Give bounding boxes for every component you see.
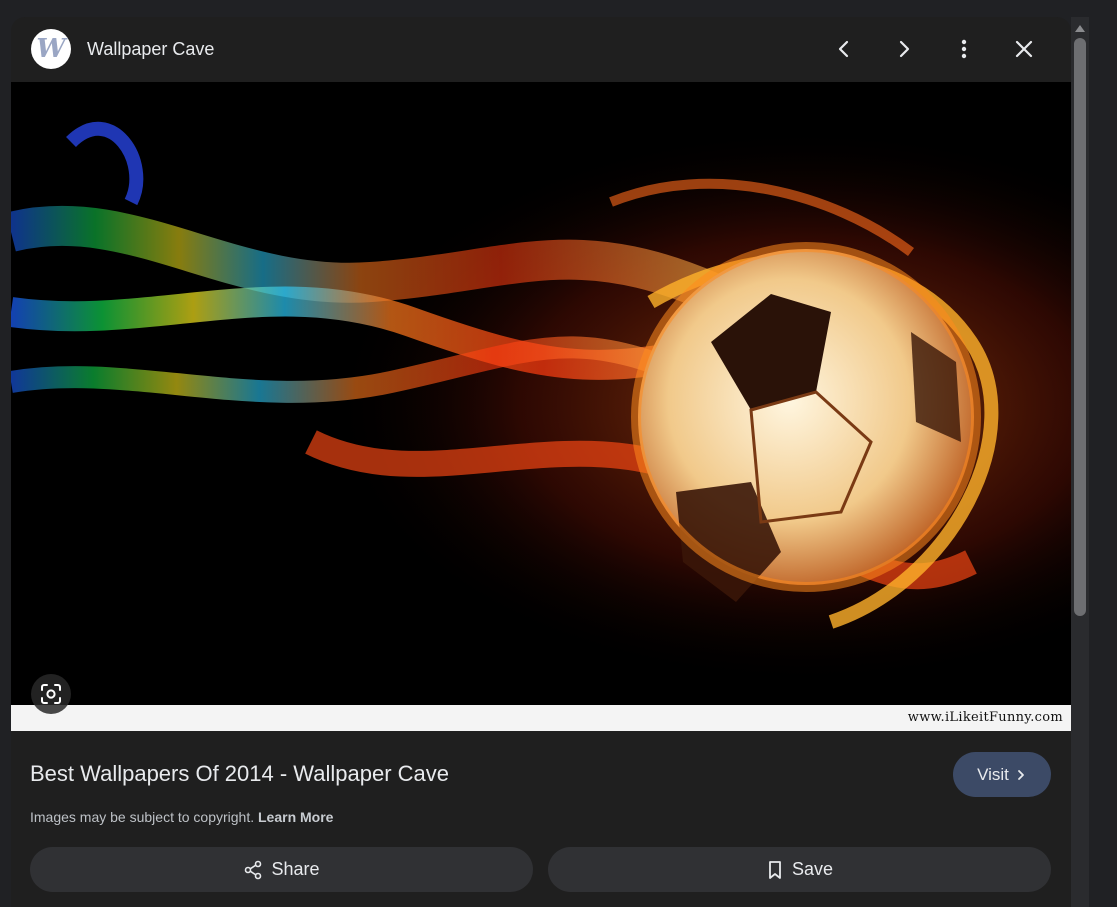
site-logo-letter: W bbox=[36, 34, 65, 64]
share-icon bbox=[245, 860, 262, 879]
next-button[interactable] bbox=[884, 29, 924, 69]
share-label: Share bbox=[271, 859, 320, 879]
scroll-up-arrow[interactable] bbox=[1074, 20, 1086, 32]
previous-button[interactable] bbox=[824, 29, 864, 69]
save-button[interactable]: Save bbox=[548, 847, 1051, 892]
preview-header: W Wallpaper Cave bbox=[11, 17, 1071, 82]
scrollbar-thumb[interactable] bbox=[1074, 38, 1086, 616]
bookmark-icon bbox=[769, 860, 781, 879]
close-icon bbox=[1015, 40, 1033, 58]
image-title[interactable]: Best Wallpapers Of 2014 - Wallpaper Cave bbox=[30, 761, 449, 787]
flaming-soccer-ball-image bbox=[11, 82, 1071, 705]
copyright-notice: Images may be subject to copyright. Lear… bbox=[30, 809, 333, 825]
more-options-button[interactable] bbox=[944, 29, 984, 69]
preview-image[interactable]: www.iLikeitFunny.com bbox=[11, 82, 1071, 731]
save-label: Save bbox=[791, 859, 834, 879]
copyright-text: Images may be subject to copyright. bbox=[30, 809, 255, 825]
more-vert-icon bbox=[961, 39, 967, 59]
chevron-right-icon bbox=[899, 40, 910, 58]
image-watermark: www.iLikeitFunny.com bbox=[907, 710, 1063, 725]
site-logo[interactable]: W bbox=[31, 29, 71, 69]
visit-button-label: Visit bbox=[977, 764, 1009, 784]
image-preview-panel: W Wallpaper Cave www.iLikeitFunny.com Be… bbox=[11, 17, 1071, 907]
site-name[interactable]: Wallpaper Cave bbox=[87, 39, 214, 60]
triangle-up-icon bbox=[1075, 25, 1085, 32]
close-button[interactable] bbox=[1004, 29, 1044, 69]
share-button[interactable]: Share bbox=[30, 847, 533, 892]
learn-more-link[interactable]: Learn More bbox=[258, 809, 333, 825]
google-lens-icon bbox=[41, 684, 61, 704]
watermark-bar: www.iLikeitFunny.com bbox=[11, 705, 1071, 731]
chevron-left-icon bbox=[838, 40, 849, 58]
chevron-right-icon bbox=[1018, 769, 1024, 780]
google-lens-button[interactable] bbox=[31, 674, 71, 714]
visit-button[interactable]: Visit bbox=[953, 752, 1051, 797]
